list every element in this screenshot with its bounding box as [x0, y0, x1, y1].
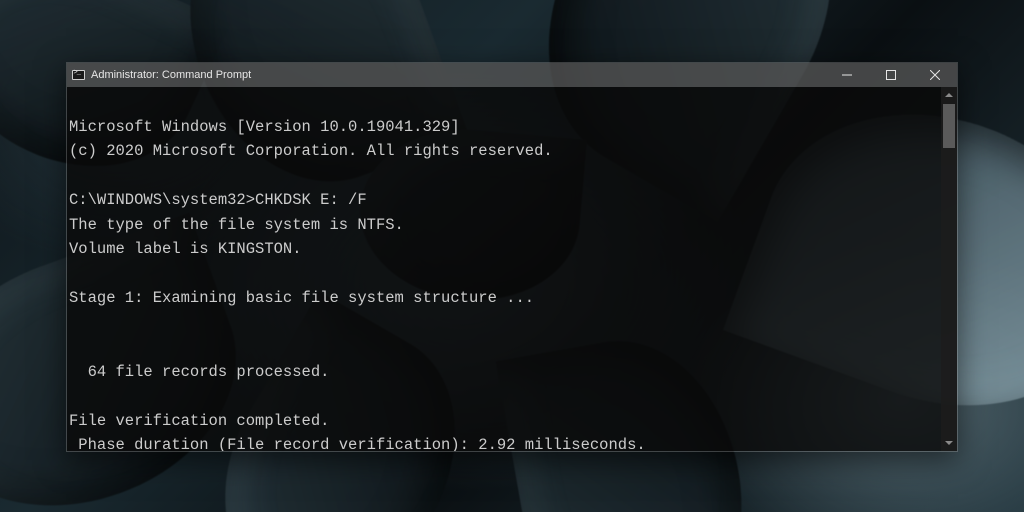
close-icon	[930, 70, 940, 80]
cmd-icon	[72, 70, 85, 80]
scroll-down-button[interactable]	[941, 435, 957, 451]
chevron-up-icon	[945, 91, 953, 99]
app-icon-box	[67, 63, 89, 87]
minimize-icon	[842, 70, 852, 80]
terminal-line: The type of the file system is NTFS.	[69, 216, 404, 234]
terminal-output[interactable]: Microsoft Windows [Version 10.0.19041.32…	[67, 87, 941, 451]
window-controls	[825, 63, 957, 87]
terminal-area: Microsoft Windows [Version 10.0.19041.32…	[67, 87, 957, 451]
terminal-line: File verification completed.	[69, 412, 329, 430]
terminal-line: Microsoft Windows [Version 10.0.19041.32…	[69, 118, 460, 136]
terminal-line: Phase duration (File record verification…	[69, 436, 646, 451]
terminal-line: 64 file records processed.	[69, 363, 329, 381]
close-button[interactable]	[913, 63, 957, 87]
terminal-line: (c) 2020 Microsoft Corporation. All righ…	[69, 142, 553, 160]
terminal-line: C:\WINDOWS\system32>CHKDSK E: /F	[69, 191, 367, 209]
terminal-line: Stage 1: Examining basic file system str…	[69, 289, 534, 307]
terminal-line: Volume label is KINGSTON.	[69, 240, 302, 258]
maximize-icon	[886, 70, 896, 80]
chevron-down-icon	[945, 439, 953, 447]
command-prompt-window: Administrator: Command Prompt Microsoft …	[66, 62, 958, 452]
scroll-up-button[interactable]	[941, 87, 957, 103]
window-title: Administrator: Command Prompt	[89, 69, 251, 81]
titlebar[interactable]: Administrator: Command Prompt	[67, 63, 957, 87]
scrollbar[interactable]	[941, 87, 957, 451]
scroll-thumb[interactable]	[943, 104, 955, 148]
minimize-button[interactable]	[825, 63, 869, 87]
maximize-button[interactable]	[869, 63, 913, 87]
